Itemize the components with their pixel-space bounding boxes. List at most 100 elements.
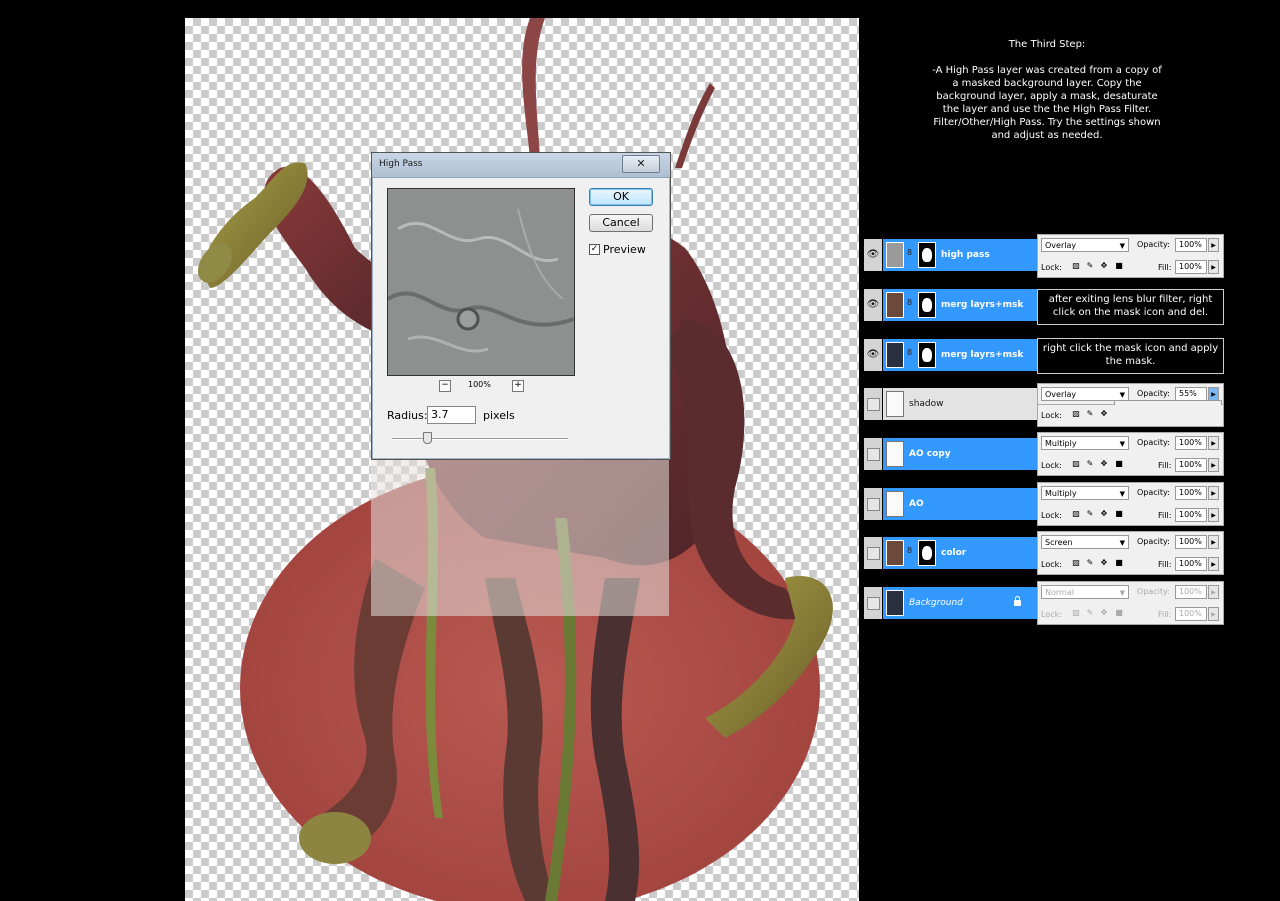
layer-row-background[interactable]: Background — [863, 585, 1037, 621]
eye-icon[interactable]: 👁 — [864, 339, 882, 371]
fill-input[interactable]: 100% — [1175, 458, 1207, 472]
fill-label: Fill: — [1158, 610, 1172, 619]
layer-row-shadow[interactable]: shadow — [863, 386, 1037, 422]
layer-row-ao-copy[interactable]: AO copy — [863, 436, 1037, 472]
lock-all-icon[interactable]: ■ — [1115, 510, 1123, 518]
zoom-in-button[interactable]: + — [512, 380, 524, 392]
layer-thumbnail — [886, 391, 904, 417]
blend-mode-select[interactable]: Overlay ▼ — [1041, 238, 1129, 252]
layer-thumbnail — [886, 540, 904, 566]
lock-icon — [1014, 596, 1021, 606]
radius-slider-thumb[interactable] — [423, 432, 432, 444]
fill-input[interactable]: 100% — [1175, 260, 1207, 274]
blend-mode-select[interactable]: Overlay ▼ — [1041, 387, 1129, 401]
fill-label: Fill: — [1158, 263, 1172, 272]
opacity-input[interactable]: 100% — [1175, 535, 1207, 549]
layer-name: high pass — [941, 250, 990, 260]
lock-position-icon[interactable]: ✥ — [1100, 510, 1108, 518]
layer-mask-thumbnail[interactable] — [918, 540, 936, 566]
blend-mode-select[interactable]: Screen ▼ — [1041, 535, 1129, 549]
close-button[interactable]: ✕ — [622, 155, 660, 173]
layer-row-high-pass[interactable]: 👁 8 high pass — [863, 237, 1037, 273]
lock-all-icon[interactable]: ■ — [1115, 460, 1123, 468]
lock-all-icon[interactable]: ■ — [1115, 559, 1123, 567]
lock-all-icon[interactable]: ■ — [1115, 262, 1123, 270]
fill-arrow-icon[interactable]: ▶ — [1208, 508, 1219, 522]
lock-position-icon[interactable]: ✥ — [1100, 609, 1108, 617]
layer-name: AO copy — [909, 449, 951, 459]
fill-arrow-icon[interactable]: ▶ — [1208, 557, 1219, 571]
lock-pixels-icon[interactable]: ✎ — [1086, 510, 1094, 518]
lock-pixels-icon[interactable]: ✎ — [1086, 262, 1094, 270]
lock-transparency-icon[interactable]: ▨ — [1072, 262, 1080, 270]
zoom-level: 100% — [468, 380, 491, 389]
lock-transparency-icon[interactable]: ▨ — [1072, 510, 1080, 518]
opacity-arrow-icon: ▶ — [1208, 585, 1219, 599]
ok-button[interactable]: OK — [589, 188, 653, 206]
opacity-input[interactable]: 100% — [1175, 436, 1207, 450]
lock-pixels-icon[interactable]: ✎ — [1086, 410, 1094, 418]
layer-options-color: Screen ▼ Opacity: 100% ▶ Lock: ▨ ✎ ✥ ■ Fi… — [1037, 531, 1224, 575]
blend-mode-select[interactable]: Multiply ▼ — [1041, 436, 1129, 450]
layer-row-color[interactable]: 8 color — [863, 535, 1037, 571]
layer-mask-thumbnail[interactable] — [918, 292, 936, 318]
close-icon: ✕ — [636, 157, 646, 170]
layer-mask-thumbnail[interactable] — [918, 342, 936, 368]
fill-arrow-icon[interactable]: ▶ — [1208, 458, 1219, 472]
layer-name: AO — [909, 499, 924, 509]
opacity-arrow-icon[interactable]: ▶ — [1208, 535, 1219, 549]
visibility-toggle[interactable] — [864, 438, 882, 470]
blend-mode-select[interactable]: Multiply ▼ — [1041, 486, 1129, 500]
opacity-input[interactable]: 100% — [1175, 238, 1207, 252]
layer-row-ao[interactable]: AO — [863, 486, 1037, 522]
lock-pixels-icon[interactable]: ✎ — [1086, 460, 1094, 468]
fill-input[interactable]: 100% — [1175, 508, 1207, 522]
dialog-titlebar[interactable]: High Pass ✕ — [372, 153, 670, 178]
minus-icon: − — [441, 380, 449, 390]
layer-mask-thumbnail[interactable] — [918, 242, 936, 268]
fill-label: Fill: — [1158, 511, 1172, 520]
preview-label: Preview — [603, 243, 646, 256]
dialog-title: High Pass — [379, 159, 423, 169]
lock-position-icon[interactable]: ✥ — [1100, 460, 1108, 468]
visibility-toggle[interactable] — [864, 388, 882, 420]
visibility-toggle[interactable] — [864, 587, 882, 619]
preview-checkbox[interactable]: ✓ — [589, 244, 600, 255]
opacity-label: Opacity: — [1137, 587, 1170, 596]
layer-row-merge-2[interactable]: 👁 8 merg layrs+msk — [863, 337, 1037, 373]
chevron-down-icon: ▼ — [1119, 242, 1125, 250]
fill-arrow-icon[interactable]: ▶ — [1208, 260, 1219, 274]
lock-transparency-icon[interactable]: ▨ — [1072, 559, 1080, 567]
filter-preview[interactable] — [387, 188, 575, 376]
opacity-label: Opacity: — [1137, 537, 1170, 546]
opacity-arrow-icon[interactable]: ▶ — [1208, 238, 1219, 252]
blend-mode-value: Overlay — [1045, 390, 1077, 399]
zoom-out-button[interactable]: − — [439, 380, 451, 392]
lock-pixels-icon[interactable]: ✎ — [1086, 609, 1094, 617]
visibility-toggle[interactable] — [864, 488, 882, 520]
lock-transparency-icon[interactable]: ▨ — [1072, 410, 1080, 418]
opacity-input[interactable]: 55% — [1175, 387, 1207, 401]
opacity-arrow-icon[interactable]: ▶ — [1208, 436, 1219, 450]
lock-position-icon[interactable]: ✥ — [1100, 262, 1108, 270]
radius-input[interactable]: 3.7 — [427, 406, 476, 424]
layer-row-merge-1[interactable]: 👁 8 merg layrs+msk — [863, 287, 1037, 323]
opacity-arrow-icon[interactable]: ▶ — [1208, 486, 1219, 500]
eye-icon[interactable]: 👁 — [864, 289, 882, 321]
lock-position-icon[interactable]: ✥ — [1100, 559, 1108, 567]
instructions-text: The Third Step: -A High Pass layer was c… — [930, 38, 1164, 142]
lock-position-icon[interactable]: ✥ — [1100, 410, 1108, 418]
lock-transparency-icon[interactable]: ▨ — [1072, 460, 1080, 468]
lock-transparency-icon[interactable]: ▨ — [1072, 609, 1080, 617]
chevron-down-icon: ▼ — [1119, 440, 1125, 448]
layer-options-shadow-lock: Lock: ▨ ✎ ✥ — [1037, 405, 1224, 427]
fill-input[interactable]: 100% — [1175, 557, 1207, 571]
visibility-toggle[interactable] — [864, 537, 882, 569]
lock-all-icon[interactable]: ■ — [1115, 609, 1123, 617]
lock-pixels-icon[interactable]: ✎ — [1086, 559, 1094, 567]
cancel-button[interactable]: Cancel — [589, 214, 653, 232]
opacity-arrow-icon[interactable]: ▶ — [1208, 387, 1219, 401]
radius-slider-track[interactable] — [392, 438, 568, 440]
eye-icon[interactable]: 👁 — [864, 239, 882, 271]
opacity-input[interactable]: 100% — [1175, 486, 1207, 500]
